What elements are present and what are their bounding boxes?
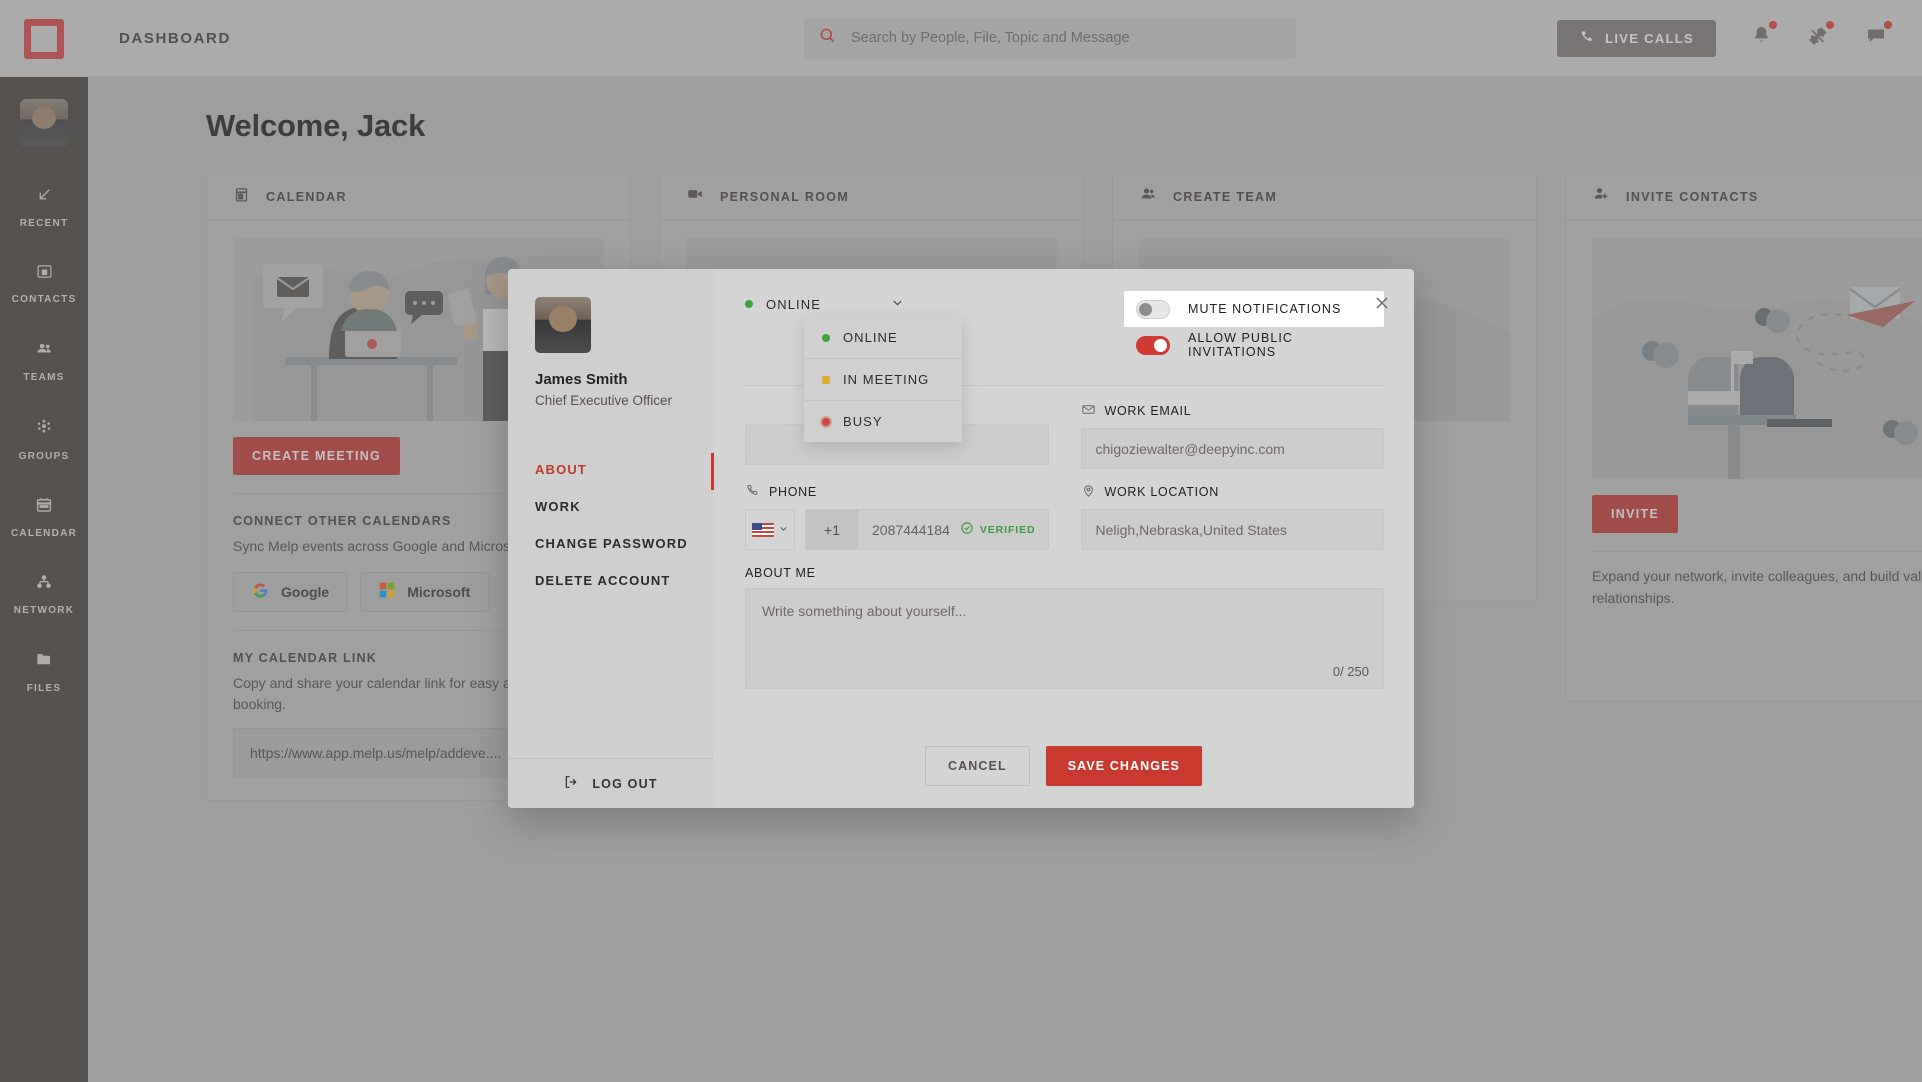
modal-sidebar: James Smith Chief Executive Officer ABOU… [508,269,714,808]
status-dot-in-meeting [822,375,830,384]
mute-notifications-switch[interactable] [1136,299,1170,319]
modal-toggles: MUTE NOTIFICATIONS ALLOW PUBLIC INVITATI… [1124,291,1388,363]
modal-menu-item-about[interactable]: ABOUT [508,451,714,490]
profile-name: James Smith [535,371,628,388]
phone-country-select[interactable] [745,509,795,550]
phone-number-value: 2087444184 [872,521,950,538]
modal-menu-item-change-password[interactable]: CHANGE PASSWORD [508,525,713,562]
phone-number-field[interactable]: +1 2087444184 VERIFIED [805,509,1049,550]
phone-country-code: +1 [806,510,858,549]
status-option-in-meeting[interactable]: IN MEETING [804,359,962,401]
close-icon[interactable] [1372,293,1392,317]
pin-location-icon [1081,483,1096,501]
status-option-busy[interactable]: BUSY [804,401,962,442]
modal-actions: CANCEL SAVE CHANGES [713,746,1414,786]
allow-public-invitations-switch[interactable] [1136,335,1170,355]
work-email-label-row: WORK EMAIL [1081,402,1385,420]
status-badge-verified: VERIFIED [960,521,1036,538]
about-me-textarea[interactable]: Write something about yourself... 0/ 250 [745,588,1384,689]
work-location-label-row: WORK LOCATION [1081,483,1385,501]
logout-button[interactable]: LOG OUT [508,758,713,808]
work-email-input[interactable]: chigoziewalter@deepyinc.com [1080,428,1384,469]
field-phone: PHONE +1 2087444184 VERIFIED [745,483,1049,550]
profile-avatar[interactable] [535,297,591,353]
chevron-down-icon [778,521,789,539]
app-root: RECENT CONTACTS TEAMS GROUPS CALENDAR NE… [0,0,1922,1082]
modal-menu-item-delete-account[interactable]: DELETE ACCOUNT [508,562,713,599]
field-about-me: ABOUT ME Write something about yourself.… [745,566,1384,689]
toggle-row-allow-public-invitations[interactable]: ALLOW PUBLIC INVITATIONS [1124,327,1384,363]
phone-label: PHONE [769,485,817,499]
status-option-label: BUSY [843,414,883,429]
about-me-placeholder: Write something about yourself... [762,603,967,619]
field-work-location: WORK LOCATION Neligh,Nebraska,United Sta… [1080,483,1385,550]
save-changes-button[interactable]: SAVE CHANGES [1045,746,1202,786]
allow-public-invitations-label: ALLOW PUBLIC INVITATIONS [1188,331,1293,359]
status-option-online[interactable]: ONLINE [804,317,962,359]
envelope-icon [1081,402,1096,420]
cancel-button[interactable]: CANCEL [925,746,1030,786]
logout-icon [563,774,579,793]
chevron-down-icon [890,295,905,313]
us-flag-icon [751,522,774,537]
work-email-label: WORK EMAIL [1104,404,1192,418]
status-dot-busy [822,417,830,426]
toggle-row-mute-notifications[interactable]: MUTE NOTIFICATIONS [1124,291,1384,327]
modal-menu-item-work[interactable]: WORK [508,488,713,525]
field-work-email: WORK EMAIL chigoziewalter@deepyinc.com [1080,402,1385,469]
about-me-label-row: ABOUT ME [745,566,1384,580]
mute-notifications-label: MUTE NOTIFICATIONS [1188,302,1342,316]
status-dot-online [822,333,830,342]
status-dropdown-menu[interactable]: ONLINE IN MEETING BUSY [804,317,962,442]
phone-icon [745,483,760,501]
about-me-label: ABOUT ME [745,566,816,580]
profile-role: Chief Executive Officer [535,393,673,408]
status-selected-label: ONLINE [766,296,822,312]
work-location-input[interactable]: Neligh,Nebraska,United States [1080,509,1384,550]
status-option-label: ONLINE [843,330,898,345]
status-select[interactable]: ONLINE [745,291,905,313]
modal-menu: ABOUT WORK CHANGE PASSWORD DELETE ACCOUN… [508,451,714,599]
work-location-label: WORK LOCATION [1104,485,1219,499]
about-me-counter: 0/ 250 [1332,664,1369,679]
check-circle-icon [960,521,974,538]
verified-label: VERIFIED [979,523,1036,536]
status-option-label: IN MEETING [843,372,930,387]
status-dot-online [745,300,753,308]
phone-label-row: PHONE [745,483,1049,501]
modal-body: ONLINE MUTE NOTIFICATIONS ALLOW PUBLIC I… [713,269,1414,808]
profile-settings-modal: James Smith Chief Executive Officer ABOU… [508,269,1414,808]
logout-label: LOG OUT [592,776,658,791]
phone-input-group: +1 2087444184 VERIFIED [745,509,1049,550]
